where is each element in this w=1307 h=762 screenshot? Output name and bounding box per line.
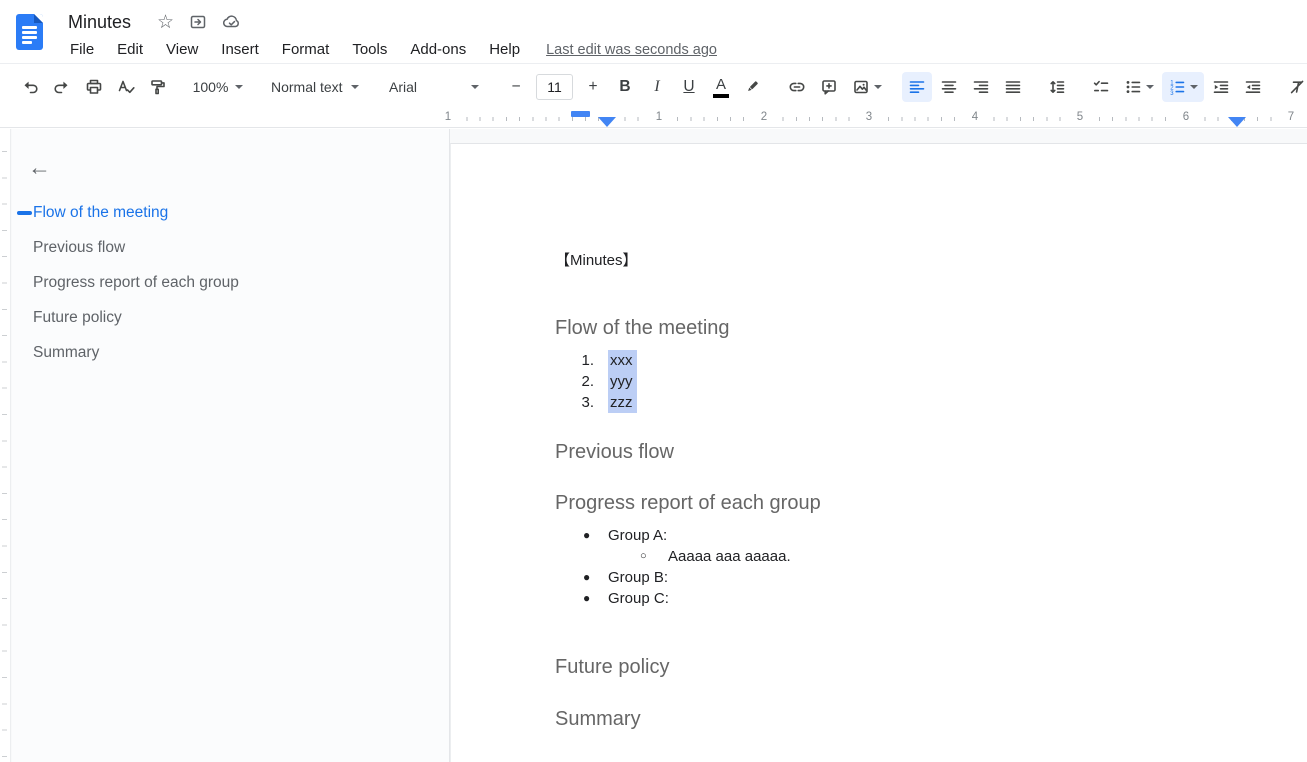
paint-format-button[interactable] [143, 72, 173, 102]
sub-bullet-icon: ○ [640, 546, 652, 567]
list-item[interactable]: ● Group A: [555, 525, 1290, 546]
underline-button[interactable]: U [674, 72, 704, 102]
chevron-down-icon [1146, 85, 1154, 89]
chevron-down-icon [471, 85, 479, 89]
italic-button[interactable]: I [642, 72, 672, 102]
document-page[interactable]: 【Minutes】 Flow of the meeting 1. xxx 2. … [450, 143, 1307, 762]
selected-text[interactable]: yyy [608, 371, 637, 392]
menu-format[interactable]: Format [280, 40, 332, 59]
add-comment-button[interactable] [814, 72, 844, 102]
align-center-button[interactable] [934, 72, 964, 102]
menu-insert[interactable]: Insert [219, 40, 261, 59]
menu-addons[interactable]: Add-ons [408, 40, 468, 59]
outline-sidebar: ← Flow of the meeting Previous flow Prog… [12, 129, 450, 762]
list-item[interactable]: 1. xxx [555, 350, 1290, 371]
bulleted-list: ● Group A: ○ Aaaaa aaa aaaaa. ● Group B:… [555, 525, 1290, 609]
doc-heading-progress[interactable]: Progress report of each group [555, 491, 1290, 516]
star-icon[interactable]: ☆ [157, 13, 174, 32]
font-family-select[interactable]: Arial [381, 72, 487, 102]
chevron-down-icon [874, 85, 882, 89]
content-area: ← Flow of the meeting Previous flow Prog… [0, 129, 1307, 762]
align-left-button[interactable] [902, 72, 932, 102]
outline-item-flow-of-the-meeting[interactable]: Flow of the meeting [33, 195, 449, 230]
highlight-color-button[interactable] [738, 72, 768, 102]
right-indent-marker[interactable] [1228, 117, 1246, 127]
outline-item-future-policy[interactable]: Future policy [33, 300, 449, 335]
insert-link-button[interactable] [782, 72, 812, 102]
list-item[interactable]: ● Group B: [555, 567, 1290, 588]
menu-tools[interactable]: Tools [350, 40, 389, 59]
font-size-input[interactable] [536, 74, 573, 100]
cloud-status-icon[interactable] [222, 13, 242, 31]
redo-button[interactable] [47, 72, 77, 102]
outline-item-summary[interactable]: Summary [33, 335, 449, 370]
list-item[interactable]: ○ Aaaaa aaa aaaaa. [555, 546, 1290, 567]
bold-button[interactable]: B [610, 72, 640, 102]
paragraph-style-select[interactable]: Normal text [263, 72, 367, 102]
chevron-down-icon [235, 85, 243, 89]
increase-font-size-button[interactable]: + [578, 72, 608, 102]
zoom-select[interactable]: 100% [187, 72, 249, 102]
selected-text[interactable]: zzz [608, 392, 637, 413]
close-outline-button[interactable]: ← [28, 155, 56, 181]
back-arrow-icon: ← [28, 154, 51, 180]
numbered-list-button[interactable]: 1 2 3 [1162, 72, 1204, 102]
document-title[interactable]: Minutes [68, 12, 131, 33]
increase-indent-button[interactable] [1238, 72, 1268, 102]
menu-help[interactable]: Help [487, 40, 522, 59]
undo-button[interactable] [15, 72, 45, 102]
menu-bar: File Edit View Insert Format Tools Add-o… [68, 40, 717, 59]
doc-paragraph-title[interactable]: 【Minutes】 [555, 250, 1290, 271]
selected-text[interactable]: xxx [608, 350, 637, 371]
list-item[interactable]: 2. yyy [555, 371, 1290, 392]
last-edit-link[interactable]: Last edit was seconds ago [546, 42, 717, 58]
horizontal-ruler[interactable]: 1 1 2 3 4 5 6 7 [0, 109, 1307, 128]
justify-button[interactable] [998, 72, 1028, 102]
print-button[interactable] [79, 72, 109, 102]
doc-heading-summary[interactable]: Summary [555, 707, 1290, 732]
bullet-icon: ● [583, 588, 595, 609]
spellcheck-button[interactable] [111, 72, 141, 102]
app-header: Minutes ☆ File Edit View Insert Format T… [0, 0, 1307, 63]
left-indent-marker[interactable] [598, 117, 616, 127]
menu-edit[interactable]: Edit [115, 40, 145, 59]
numbered-list: 1. xxx 2. yyy 3. zzz [555, 350, 1290, 413]
move-to-folder-icon[interactable] [189, 13, 207, 31]
line-spacing-button[interactable] [1042, 72, 1072, 102]
text-color-button[interactable]: A [706, 72, 736, 102]
chevron-down-icon [351, 85, 359, 89]
decrease-indent-button[interactable] [1206, 72, 1236, 102]
chevron-down-icon [1190, 85, 1198, 89]
toolbar: 100% Normal text Arial − + B I U A [0, 63, 1307, 109]
checklist-button[interactable] [1086, 72, 1116, 102]
menu-view[interactable]: View [164, 40, 200, 59]
outline-item-previous-flow[interactable]: Previous flow [33, 230, 449, 265]
decrease-font-size-button[interactable]: − [501, 72, 531, 102]
menu-file[interactable]: File [68, 40, 96, 59]
align-right-button[interactable] [966, 72, 996, 102]
google-docs-logo-icon[interactable] [16, 14, 43, 50]
list-item[interactable]: 3. zzz [555, 392, 1290, 413]
outline-item-progress-report[interactable]: Progress report of each group [33, 265, 449, 300]
insert-image-button[interactable] [846, 72, 888, 102]
bullet-icon: ● [583, 525, 595, 546]
vertical-ruler [0, 129, 11, 762]
document-canvas: 【Minutes】 Flow of the meeting 1. xxx 2. … [450, 129, 1307, 762]
first-line-indent-marker[interactable] [571, 111, 590, 117]
bullet-icon: ● [583, 567, 595, 588]
doc-heading-previous[interactable]: Previous flow [555, 440, 1290, 465]
clear-formatting-button[interactable] [1282, 72, 1307, 102]
doc-heading-flow[interactable]: Flow of the meeting [555, 316, 1290, 341]
list-item[interactable]: ● Group C: [555, 588, 1290, 609]
doc-heading-future[interactable]: Future policy [555, 655, 1290, 680]
svg-text:3: 3 [1170, 90, 1174, 95]
bulleted-list-button[interactable] [1118, 72, 1160, 102]
